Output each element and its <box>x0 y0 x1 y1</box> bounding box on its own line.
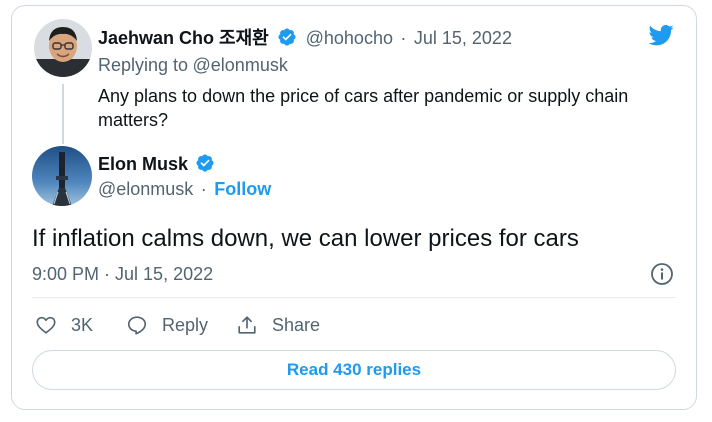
like-count: 3K <box>71 314 94 335</box>
replying-to-label: Replying to <box>98 55 189 75</box>
main-tweet-timestamp[interactable]: 9:00 PM · Jul 15, 2022 <box>32 264 213 285</box>
verified-badge-icon <box>196 154 215 172</box>
share-icon <box>238 316 256 334</box>
avatar-elon-musk[interactable] <box>32 146 92 206</box>
read-replies-button[interactable]: Read 430 replies <box>32 350 676 390</box>
main-tweet-text: If inflation calms down, we can lower pr… <box>32 225 579 252</box>
reply-author-handle[interactable]: @hohocho <box>306 28 393 48</box>
like-button[interactable]: 3K <box>35 314 93 336</box>
handle-follow-separator: · <box>200 179 207 199</box>
verified-badge-icon <box>278 28 296 46</box>
main-author-handle[interactable]: @elonmusk <box>98 179 193 199</box>
heart-icon <box>36 316 56 334</box>
follow-link[interactable]: Follow <box>214 179 271 199</box>
main-author-name[interactable]: Elon Musk <box>98 154 188 174</box>
share-button[interactable]: Share <box>236 314 320 336</box>
reply-bubble-icon <box>127 316 147 335</box>
replying-to-handle[interactable]: @elonmusk <box>193 55 288 75</box>
reply-tweet-text: Any plans to down the price of cars afte… <box>98 86 629 130</box>
reply-author-name[interactable]: Jaehwan Cho 조재환 <box>98 28 269 48</box>
reply-label: Reply <box>162 314 209 335</box>
share-label: Share <box>272 314 321 335</box>
info-icon[interactable] <box>650 262 674 286</box>
reply-date[interactable]: Jul 15, 2022 <box>414 28 512 48</box>
avatar-jaehwan-cho[interactable] <box>34 19 92 77</box>
reply-button[interactable]: Reply <box>126 314 208 336</box>
twitter-bird-icon[interactable] <box>646 22 676 48</box>
handle-date-separator: · <box>400 28 407 48</box>
read-replies-label: Read 430 replies <box>286 360 422 379</box>
timestamp-divider <box>32 297 676 298</box>
thread-connector-line <box>62 84 64 144</box>
